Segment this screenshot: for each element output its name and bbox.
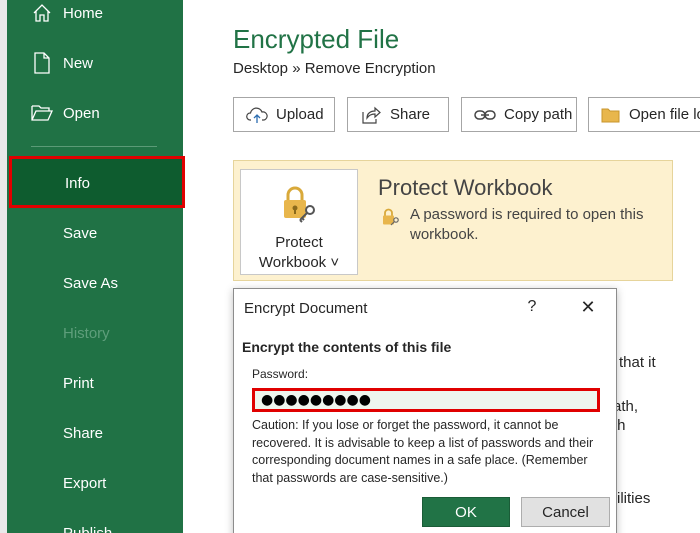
protect-heading: Protect Workbook xyxy=(378,175,553,200)
protect-workbook-button[interactable]: Protect Workbook ˅ xyxy=(240,169,358,275)
new-document-icon xyxy=(31,52,53,74)
link-icon xyxy=(474,104,496,126)
lock-icon xyxy=(381,207,401,232)
protect-workbook-label-1: Protect xyxy=(275,234,323,251)
sidebar-item-label: New xyxy=(63,54,94,72)
copy-path-button[interactable]: Copy path xyxy=(461,97,577,132)
ok-button[interactable]: OK xyxy=(422,497,510,527)
lock-key-icon xyxy=(279,184,319,229)
sidebar-item-label: Share xyxy=(63,424,104,442)
background-text: ilities xyxy=(617,490,651,507)
password-input[interactable]: ●●●●●●●●● xyxy=(252,388,600,412)
protect-workbook-panel: Protect Workbook ˅ Protect Workbook A pa… xyxy=(233,160,673,281)
sidebar-item-label: Publish xyxy=(63,524,113,533)
sidebar-item-print[interactable]: Print xyxy=(7,358,183,408)
help-icon[interactable]: ? xyxy=(524,298,540,316)
sidebar-item-publish[interactable]: Publish xyxy=(7,508,183,533)
page-title: Encrypted File xyxy=(233,24,400,54)
sidebar-item-export[interactable]: Export xyxy=(7,458,183,508)
breadcrumb: Desktop » Remove Encryption xyxy=(233,60,436,77)
encrypt-document-dialog: Encrypt Document ? ✕ Encrypt the content… xyxy=(233,288,617,533)
open-file-location-label: Open file location xyxy=(629,106,700,123)
sidebar-item-label: History xyxy=(63,324,110,342)
sidebar-item-new[interactable]: New xyxy=(7,38,183,88)
upload-button[interactable]: Upload xyxy=(233,97,335,132)
sidebar-item-home[interactable]: Home xyxy=(7,0,183,38)
background-text: that it xyxy=(619,354,656,371)
sidebar-item-share[interactable]: Share xyxy=(7,408,183,458)
protect-workbook-label-2: Workbook ˅ xyxy=(258,254,340,271)
sidebar-item-label: Export xyxy=(63,474,107,492)
open-file-location-button[interactable]: Open file location xyxy=(588,97,700,132)
close-icon[interactable]: ✕ xyxy=(578,297,598,318)
share-label: Share xyxy=(390,106,431,123)
folder-icon xyxy=(601,104,621,126)
share-button[interactable]: Share xyxy=(347,97,449,132)
cancel-button[interactable]: Cancel xyxy=(521,497,610,527)
backstage-sidebar: Home New Open Info Save Save As History … xyxy=(0,0,185,533)
info-highlight-box xyxy=(9,156,185,208)
protect-description: A password is required to open this work… xyxy=(410,206,644,243)
home-icon xyxy=(31,2,53,24)
sidebar-item-label: Save xyxy=(63,224,98,242)
sidebar-item-history: History xyxy=(7,308,183,358)
sidebar-item-label: Print xyxy=(63,374,94,392)
sidebar-item-save[interactable]: Save xyxy=(7,208,183,258)
dialog-heading: Encrypt the contents of this file xyxy=(242,339,452,355)
dialog-title: Encrypt Document xyxy=(244,300,368,317)
sidebar-item-save-as[interactable]: Save As xyxy=(7,258,183,308)
copy-path-label: Copy path xyxy=(504,106,573,123)
folder-open-icon xyxy=(31,102,53,124)
share-icon xyxy=(360,104,382,126)
password-label: Password: xyxy=(252,367,309,381)
cloud-upload-icon xyxy=(246,104,268,126)
sidebar-item-open[interactable]: Open xyxy=(7,88,183,138)
sidebar-divider xyxy=(31,146,157,147)
upload-label: Upload xyxy=(276,106,324,123)
sidebar-item-label: Home xyxy=(63,4,104,22)
caution-text: Caution: If you lose or forget the passw… xyxy=(252,418,594,485)
sidebar-item-label: Open xyxy=(63,104,100,122)
sidebar-item-label: Save As xyxy=(63,274,119,292)
